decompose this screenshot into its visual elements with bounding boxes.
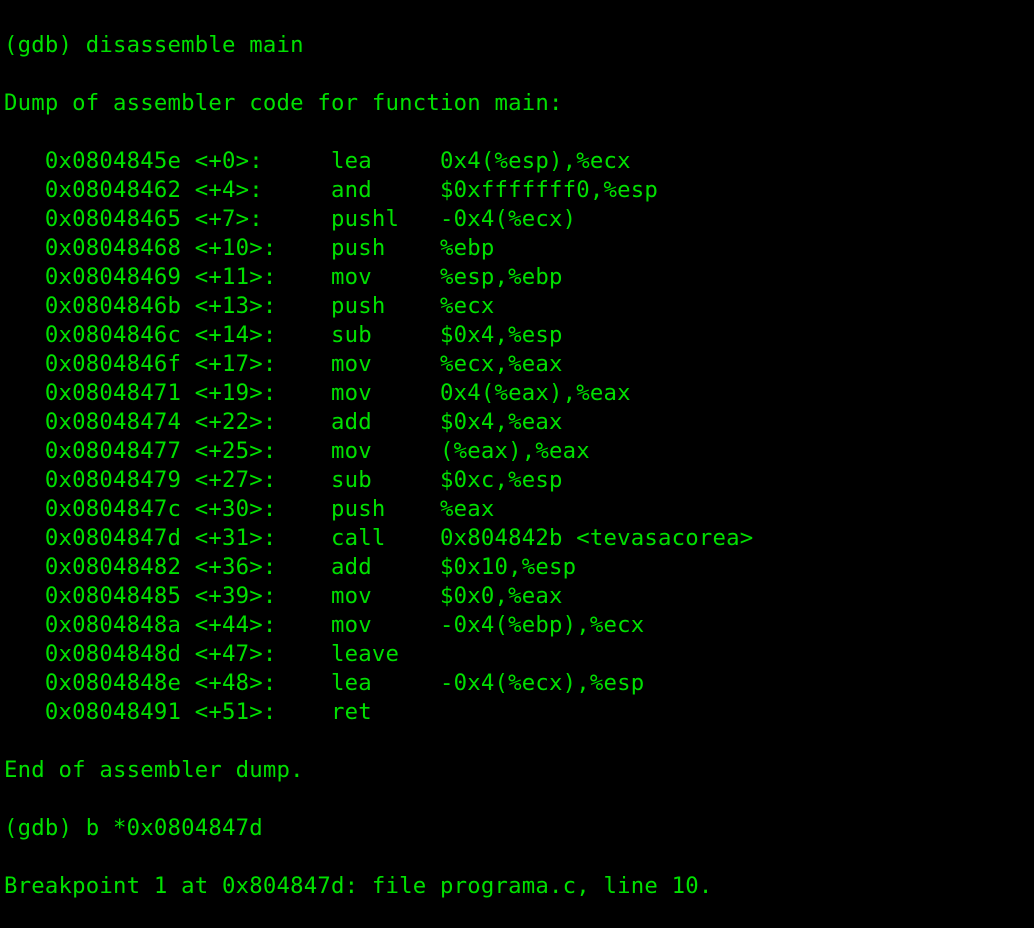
- asm-line: 0x0804848d <+47>: leave: [4, 640, 1030, 669]
- gdb-prompt: (gdb): [4, 815, 86, 841]
- asm-line: 0x08048491 <+51>: ret: [4, 698, 1030, 727]
- asm-line: 0x08048485 <+39>: mov $0x0,%eax: [4, 582, 1030, 611]
- asm-line: 0x0804845e <+0>: lea 0x4(%esp),%ecx: [4, 147, 1030, 176]
- cmd-line-disassemble[interactable]: (gdb) disassemble main: [4, 31, 1030, 60]
- asm-listing: 0x0804845e <+0>: lea 0x4(%esp),%ecx 0x08…: [4, 147, 1030, 727]
- asm-line: 0x0804848a <+44>: mov -0x4(%ebp),%ecx: [4, 611, 1030, 640]
- typed-command: b *0x0804847d: [86, 815, 263, 841]
- breakpoint-message: Breakpoint 1 at 0x804847d: file programa…: [4, 872, 1030, 901]
- asm-line: 0x08048474 <+22>: add $0x4,%eax: [4, 408, 1030, 437]
- asm-line: 0x0804847d <+31>: call 0x804842b <tevasa…: [4, 524, 1030, 553]
- typed-command: disassemble main: [86, 32, 304, 58]
- asm-line: 0x08048469 <+11>: mov %esp,%ebp: [4, 263, 1030, 292]
- asm-line: 0x08048471 <+19>: mov 0x4(%eax),%eax: [4, 379, 1030, 408]
- asm-line: 0x08048465 <+7>: pushl -0x4(%ecx): [4, 205, 1030, 234]
- gdb-prompt: (gdb): [4, 32, 86, 58]
- asm-line: 0x0804846f <+17>: mov %ecx,%eax: [4, 350, 1030, 379]
- dump-header: Dump of assembler code for function main…: [4, 89, 1030, 118]
- cmd-line-break[interactable]: (gdb) b *0x0804847d: [4, 814, 1030, 843]
- asm-line: 0x08048462 <+4>: and $0xfffffff0,%esp: [4, 176, 1030, 205]
- asm-line: 0x08048477 <+25>: mov (%eax),%eax: [4, 437, 1030, 466]
- asm-line: 0x08048468 <+10>: push %ebp: [4, 234, 1030, 263]
- asm-line: 0x0804846b <+13>: push %ecx: [4, 292, 1030, 321]
- asm-line: 0x08048479 <+27>: sub $0xc,%esp: [4, 466, 1030, 495]
- dump-footer: End of assembler dump.: [4, 756, 1030, 785]
- asm-line: 0x08048482 <+36>: add $0x10,%esp: [4, 553, 1030, 582]
- asm-line: 0x0804848e <+48>: lea -0x4(%ecx),%esp: [4, 669, 1030, 698]
- terminal-output: (gdb) disassemble main Dump of assembler…: [0, 0, 1034, 928]
- asm-line: 0x0804847c <+30>: push %eax: [4, 495, 1030, 524]
- asm-line: 0x0804846c <+14>: sub $0x4,%esp: [4, 321, 1030, 350]
